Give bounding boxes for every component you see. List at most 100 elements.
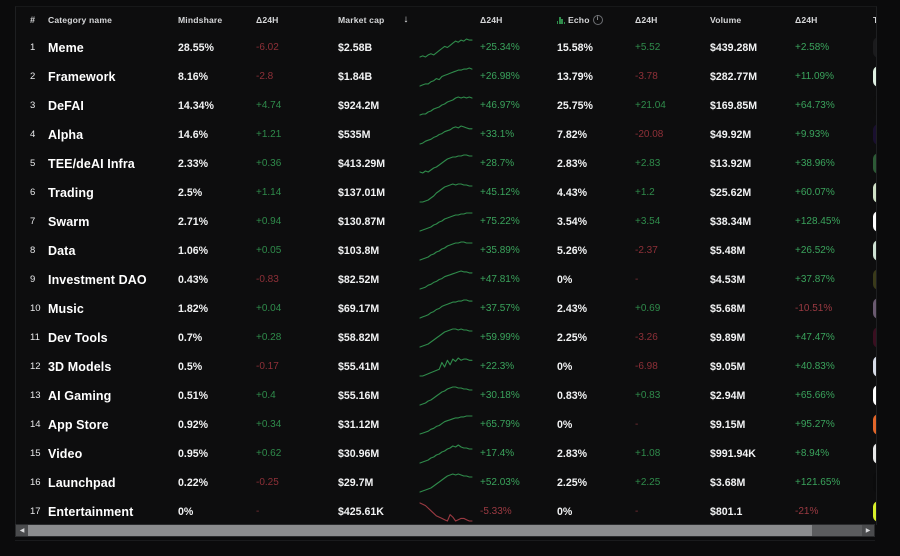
column-header-volume-delta[interactable]: Δ24H bbox=[795, 15, 873, 25]
cell-category-name[interactable]: Data bbox=[48, 244, 178, 258]
token-icon[interactable]: 🜂 bbox=[873, 414, 877, 435]
table-row[interactable]: 123D Models0.5%-0.17$55.41M+22.3%0%-6.98… bbox=[16, 352, 877, 381]
cell-mindshare: 1.82% bbox=[178, 303, 256, 315]
cell-category-name[interactable]: Music bbox=[48, 302, 178, 316]
cell-echo-delta: - bbox=[635, 419, 710, 430]
cell-category-name[interactable]: Video bbox=[48, 447, 178, 461]
cell-mindshare: 0.92% bbox=[178, 419, 256, 431]
column-header-mindshare-delta[interactable]: Δ24H bbox=[256, 15, 338, 25]
cell-category-name[interactable]: AI Gaming bbox=[48, 389, 178, 403]
column-header-echo-delta[interactable]: Δ24H bbox=[635, 15, 710, 25]
token-icon[interactable]: ▤ bbox=[873, 356, 877, 377]
cell-volume: $282.77M bbox=[710, 71, 795, 83]
table-row[interactable]: 14App Store0.92%+0.34$31.12M+65.79%0%-$9… bbox=[16, 410, 877, 439]
cell-mindshare: 2.5% bbox=[178, 187, 256, 199]
cell-category-name[interactable]: 3D Models bbox=[48, 360, 178, 374]
table-row[interactable]: 6Trading2.5%+1.14$137.01M+45.12%4.43%+1.… bbox=[16, 178, 877, 207]
token-icon[interactable]: ☻ bbox=[873, 269, 877, 290]
table-row[interactable]: 7Swarm2.71%+0.94$130.87M+75.22%3.54%+3.5… bbox=[16, 207, 877, 236]
cell-category-name[interactable]: Entertainment bbox=[48, 505, 178, 519]
cell-market-cap-delta: +35.89% bbox=[480, 245, 557, 256]
cell-category-name[interactable]: App Store bbox=[48, 418, 178, 432]
cell-category-name[interactable]: Alpha bbox=[48, 128, 178, 142]
table-row[interactable]: 10Music1.82%+0.04$69.17M+37.57%2.43%+0.6… bbox=[16, 294, 877, 323]
token-icon[interactable]: ◈ bbox=[873, 66, 877, 87]
scrollbar-track[interactable] bbox=[28, 525, 862, 536]
cell-category-name[interactable]: Launchpad bbox=[48, 476, 178, 490]
cell-market-cap: $82.52M bbox=[338, 274, 418, 286]
column-header-echo[interactable]: Echo i bbox=[557, 15, 635, 25]
table-row[interactable]: 16Launchpad0.22%-0.25$29.7M+52.03%2.25%+… bbox=[16, 468, 877, 497]
token-icon[interactable]: ⌁ bbox=[873, 385, 877, 406]
cell-category-name[interactable]: Swarm bbox=[48, 215, 178, 229]
cell-rank: 3 bbox=[18, 100, 48, 111]
category-table-viewport[interactable]: # Category name Mindshare Δ24H Market ca… bbox=[15, 6, 877, 525]
cell-market-cap-delta: +47.81% bbox=[480, 274, 557, 285]
cell-category-name[interactable]: Framework bbox=[48, 70, 178, 84]
token-icon[interactable]: 🌿 bbox=[873, 182, 877, 203]
arrow-down-icon[interactable]: ↓ bbox=[403, 15, 408, 25]
token-icon[interactable]: ❊ bbox=[873, 211, 877, 232]
cell-volume-delta: -21% bbox=[795, 506, 873, 517]
scroll-right-arrow-icon[interactable]: ▶ bbox=[862, 525, 874, 536]
cell-rank: 12 bbox=[18, 361, 48, 372]
token-icon[interactable]: ▦ bbox=[873, 37, 877, 58]
cell-category-name[interactable]: DeFAI bbox=[48, 99, 178, 113]
horizontal-scrollbar[interactable]: ◀ ▶ bbox=[15, 524, 875, 537]
cell-market-cap-sparkline bbox=[418, 240, 480, 262]
top-by-market-cap-icons: ♟✿◎ bbox=[873, 298, 877, 319]
token-icon[interactable]: ◕ bbox=[873, 240, 877, 261]
top-by-market-cap-icons: ▭▲▲ bbox=[873, 472, 877, 493]
column-header-market-cap[interactable]: Market cap ↓ bbox=[338, 15, 480, 25]
token-icon[interactable]: G bbox=[873, 95, 877, 116]
cell-category-name[interactable]: Dev Tools bbox=[48, 331, 178, 345]
column-header-volume[interactable]: Volume bbox=[710, 15, 795, 25]
cell-category-name[interactable]: Trading bbox=[48, 186, 178, 200]
table-row[interactable]: 9Investment DAO0.43%-0.83$82.52M+47.81%0… bbox=[16, 265, 877, 294]
cell-mindshare: 0.43% bbox=[178, 274, 256, 286]
table-row[interactable]: 8Data1.06%+0.05$103.8M+35.89%5.26%-2.37$… bbox=[16, 236, 877, 265]
info-icon[interactable]: i bbox=[593, 15, 603, 25]
cell-echo-delta: +5.52 bbox=[635, 42, 710, 53]
top-by-market-cap-icons: ☺ bbox=[873, 501, 877, 522]
column-header-mindshare[interactable]: Mindshare bbox=[178, 15, 256, 25]
token-icon[interactable]: ☺ bbox=[873, 501, 877, 522]
token-icon[interactable]: ☁ bbox=[873, 124, 877, 145]
cell-volume-delta: +60.07% bbox=[795, 187, 873, 198]
table-row[interactable]: 11Dev Tools0.7%+0.28$58.82M+59.99%2.25%-… bbox=[16, 323, 877, 352]
cell-market-cap: $31.12M bbox=[338, 419, 418, 431]
column-header-volume-delta-label: Δ24H bbox=[795, 15, 818, 25]
token-icon[interactable]: ♀ bbox=[873, 327, 877, 348]
table-row[interactable]: 1Meme28.55%-6.02$2.58B+25.34%15.58%+5.52… bbox=[16, 33, 877, 62]
table-row[interactable]: 17Entertainment0%-$425.61K-5.33%0%-$801.… bbox=[16, 497, 877, 525]
cell-market-cap-delta: +26.98% bbox=[480, 71, 557, 82]
token-icon[interactable]: ▭ bbox=[873, 472, 877, 493]
scrollbar-thumb[interactable] bbox=[28, 525, 812, 536]
echo-bars-icon bbox=[557, 17, 565, 24]
cell-market-cap-delta: +52.03% bbox=[480, 477, 557, 488]
column-header-rank[interactable]: # bbox=[18, 15, 48, 25]
column-header-mcap-delta[interactable]: Δ24H bbox=[480, 15, 557, 25]
table-row[interactable]: 3DeFAI14.34%+4.74$924.2M+46.97%25.75%+21… bbox=[16, 91, 877, 120]
table-row[interactable]: 4Alpha14.6%+1.21$535M+33.1%7.82%-20.08$4… bbox=[16, 120, 877, 149]
token-icon[interactable]: ☻ bbox=[873, 153, 877, 174]
cell-market-cap: $55.16M bbox=[338, 390, 418, 402]
cell-volume-delta: -10.51% bbox=[795, 303, 873, 314]
cell-volume-delta: +11.09% bbox=[795, 71, 873, 82]
cell-volume: $9.89M bbox=[710, 332, 795, 344]
cell-echo: 13.79% bbox=[557, 71, 635, 83]
table-row[interactable]: 5TEE/deAI Infra2.33%+0.36$413.29M+28.7%2… bbox=[16, 149, 877, 178]
cell-category-name[interactable]: Meme bbox=[48, 41, 178, 55]
column-header-category[interactable]: Category name bbox=[48, 15, 178, 25]
cell-category-name[interactable]: Investment DAO bbox=[48, 273, 178, 287]
token-icon[interactable]: ♟ bbox=[873, 298, 877, 319]
cell-category-name[interactable]: TEE/deAI Infra bbox=[48, 157, 178, 171]
cell-volume-delta: +65.66% bbox=[795, 390, 873, 401]
table-row[interactable]: 15Video0.95%+0.62$30.96M+17.4%2.83%+1.08… bbox=[16, 439, 877, 468]
table-row[interactable]: 2Framework8.16%-2.8$1.84B+26.98%13.79%-3… bbox=[16, 62, 877, 91]
cell-echo: 5.26% bbox=[557, 245, 635, 257]
scroll-left-arrow-icon[interactable]: ◀ bbox=[16, 525, 28, 536]
table-row[interactable]: 13AI Gaming0.51%+0.4$55.16M+30.18%0.83%+… bbox=[16, 381, 877, 410]
token-icon[interactable]: ◉ bbox=[873, 443, 877, 464]
column-header-top-by-market-cap[interactable]: Top by Market Cap bbox=[873, 15, 877, 25]
